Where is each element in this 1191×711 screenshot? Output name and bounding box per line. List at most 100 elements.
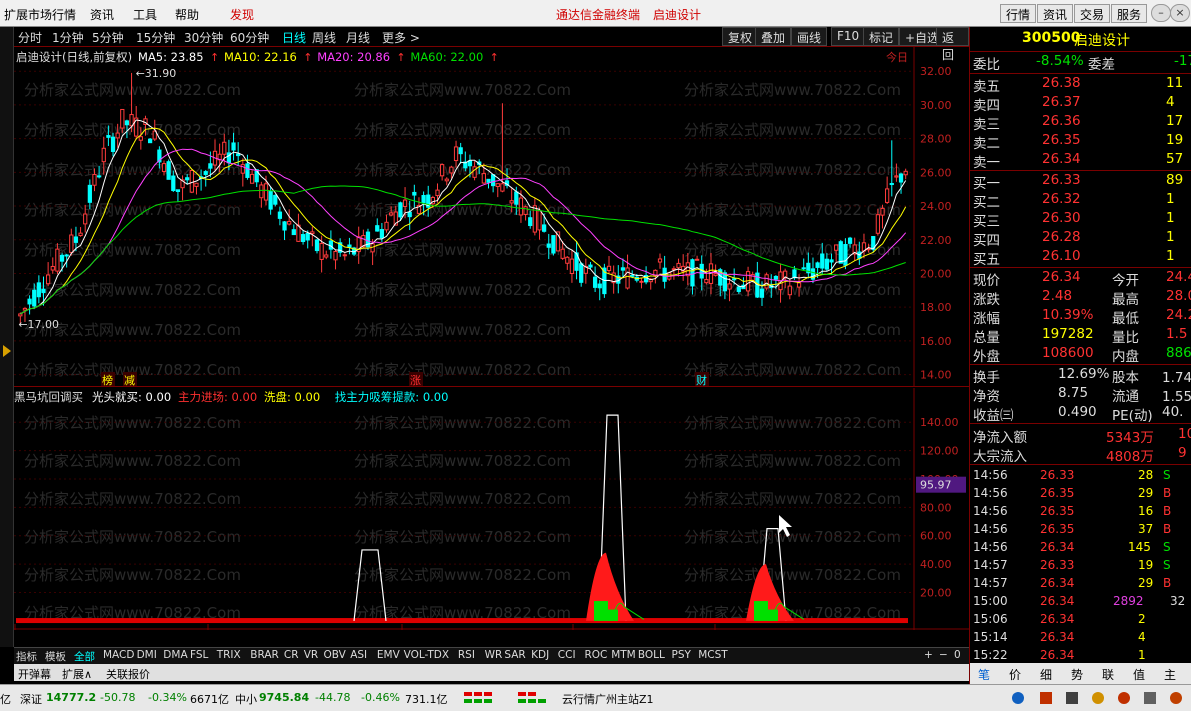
period-8[interactable]: 月线 [346,29,370,46]
subtab-1[interactable]: 扩展∧ [62,666,92,682]
indicator-chart[interactable]: 分析家公式网www.70822.Com 分析家公式网www.70822.Com 分析… [14,388,969,630]
indicator-label-1: 主力进场: 0.00 [178,390,257,404]
subtab-2[interactable]: 关联报价 [106,666,150,682]
flow-row-0: 净流入额 5343万 10 [970,426,1191,446]
menu-tools[interactable]: 工具 [133,6,157,23]
toolbar-btn-3[interactable]: F10 [831,27,866,46]
trade-button[interactable]: 交易 [1074,4,1111,23]
watermark: 分析家公式网www.70822.Com [354,321,571,339]
stat-label: 今开 [1112,273,1139,289]
globe-icon [1012,692,1024,704]
tab-18[interactable]: KDJ [531,649,549,661]
tab-4[interactable]: DMI [137,649,157,661]
tick-volume: 29 [1138,576,1154,590]
right-tab-6[interactable]: 主 [1164,666,1176,683]
toolbar-btn-1[interactable]: 叠加 [755,27,792,46]
tab-7[interactable]: TRIX [217,649,241,661]
tab-9[interactable]: CR [284,649,299,661]
candle-body [282,221,287,231]
period-9[interactable]: 更多 > [382,29,420,46]
menu-help[interactable]: 帮助 [175,6,199,23]
menu-extended-market[interactable]: 扩展市场行情 [4,6,76,23]
stock-title-link[interactable]: 启迪设计 [653,6,701,23]
toolbar-btn-2[interactable]: 画线 [791,27,828,46]
tab-6[interactable]: FSL [190,649,208,661]
period-6[interactable]: 日线 [282,29,306,46]
right-tab-4[interactable]: 联 [1102,666,1114,683]
tab-zero-icon[interactable]: 0 [954,649,961,661]
tab-11[interactable]: OBV [324,649,346,661]
tab-3[interactable]: MACD [103,649,134,661]
tick-volume: 29 [1138,486,1154,500]
tab-17[interactable]: SAR [504,649,525,661]
tab-20[interactable]: ROC [585,649,608,661]
right-tab-5[interactable]: 值 [1133,666,1145,683]
zx-index-value: 9745.84 [259,691,310,704]
candle-body [537,210,542,231]
event-marker-0: 榜 [102,373,113,387]
right-tab-2[interactable]: 细 [1040,666,1052,683]
quote-button[interactable]: 行情 [1000,4,1037,23]
right-tab-1[interactable]: 价 [1009,666,1021,683]
watermark: 分析家公式网www.70822.Com [684,361,901,379]
period-4[interactable]: 30分钟 [184,29,223,46]
bid-row-1: 买二 26.32 1 [970,191,1191,211]
tab-15[interactable]: RSI [458,649,475,661]
kline-chart[interactable]: 分析家公式网www.70822.Com 分析家公式网www.70822.Com 分析… [14,47,969,387]
tab-23[interactable]: PSY [672,649,691,661]
tab-minus-icon[interactable]: − [939,649,948,661]
period-2[interactable]: 5分钟 [92,29,124,46]
period-3[interactable]: 15分钟 [136,29,175,46]
stat-label: 最高 [1112,292,1139,308]
tab-plus-icon[interactable]: + [924,649,933,661]
tab-14[interactable]: VOL-TDX [404,649,449,661]
bid-label: 买二 [973,195,1000,211]
right-tab-0[interactable]: 笔 [978,666,990,683]
right-tab-3[interactable]: 势 [1071,666,1083,683]
close-icon[interactable]: × [1170,4,1190,22]
tick-row: 14:56 26.35 37 B [970,522,1191,540]
candle-body [161,163,167,172]
service-button[interactable]: 服务 [1111,4,1148,23]
candle-body [588,264,593,268]
candle-body [685,262,690,277]
tick-row: 14:57 26.33 19 S [970,558,1191,576]
minimize-icon[interactable]: – [1151,4,1171,22]
subtab-0[interactable]: 开弹幕 [18,666,51,682]
tab-13[interactable]: EMV [377,649,400,661]
stat-value: 108600 [1042,345,1094,361]
period-0[interactable]: 分时 [18,29,42,46]
tab-8[interactable]: BRAR [250,649,279,661]
period-1[interactable]: 1分钟 [52,29,84,46]
tab-2[interactable]: 全部 [74,649,95,664]
tab-16[interactable]: WR [485,649,503,661]
tab-0[interactable]: 指标 [16,649,37,664]
menu-news[interactable]: 资讯 [90,6,114,23]
stat-label: 内盘 [1112,349,1139,365]
toolbar-btn-0[interactable]: 复权 [722,27,759,46]
toolbar-btn-4[interactable]: 标记 [863,27,900,46]
server-name[interactable]: 云行情广州主站Z1 [562,691,654,707]
period-5[interactable]: 60分钟 [230,29,269,46]
alert-icon [1040,692,1052,704]
news-button[interactable]: 资讯 [1037,4,1074,23]
left-collapse-strip[interactable] [0,27,14,647]
candle-body [458,147,463,155]
toolbar-btn-6[interactable]: 返回 [936,27,969,62]
tab-21[interactable]: MTM [611,649,636,661]
stat-label: 外盘 [973,349,1000,365]
app-window: { "menu":{"items":["扩展市场行情","资讯","工具","帮… [0,0,1191,711]
candle-body [639,280,644,283]
status-icons [1012,692,1182,704]
period-7[interactable]: 周线 [312,29,336,46]
tab-19[interactable]: CCI [558,649,576,661]
tab-12[interactable]: ASI [350,649,367,661]
stat-value: 24.2 [1166,307,1191,323]
candle-body [263,183,269,201]
menu-discover[interactable]: 发现 [230,6,254,23]
tab-10[interactable]: VR [304,649,318,661]
tab-5[interactable]: DMA [163,649,187,661]
tab-22[interactable]: BOLL [638,649,665,661]
tab-1[interactable]: 模板 [45,649,66,664]
tab-24[interactable]: MCST [698,649,727,661]
